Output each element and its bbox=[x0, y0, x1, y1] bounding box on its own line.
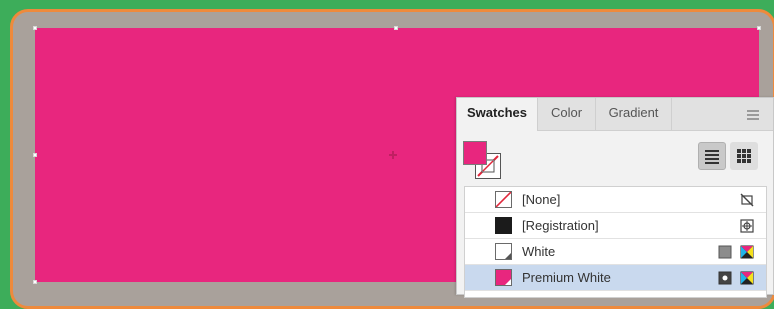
tab-color[interactable]: Color bbox=[538, 98, 596, 130]
list-item[interactable]: [Registration] bbox=[465, 213, 766, 239]
handle-middle-left[interactable] bbox=[33, 153, 37, 157]
spot-color-icon bbox=[718, 271, 732, 285]
swatches-panel: Swatches Color Gradient [None] [Registra… bbox=[456, 97, 774, 298]
list-item[interactable]: Premium White bbox=[465, 265, 766, 291]
swatch-name: White bbox=[522, 244, 556, 259]
panel-tabbar: Swatches Color Gradient bbox=[457, 98, 773, 131]
list-view-button[interactable] bbox=[698, 142, 726, 170]
tab-gradient[interactable]: Gradient bbox=[596, 98, 672, 130]
list-item[interactable]: [None] bbox=[465, 187, 766, 213]
cmyk-icon bbox=[740, 245, 754, 259]
swatch-name: [None] bbox=[522, 192, 561, 207]
handle-top-left[interactable] bbox=[33, 26, 37, 30]
cmyk-icon bbox=[740, 271, 754, 285]
registration-icon bbox=[740, 219, 754, 233]
tab-swatches[interactable]: Swatches bbox=[457, 98, 538, 131]
grid-view-button[interactable] bbox=[730, 142, 758, 170]
process-color-icon bbox=[718, 245, 732, 259]
swatch-chip-none bbox=[495, 191, 512, 208]
fill-stroke-proxy[interactable] bbox=[463, 141, 503, 181]
handle-top-center[interactable] bbox=[394, 26, 398, 30]
grid-view-icon bbox=[737, 149, 751, 163]
list-view-icon bbox=[705, 150, 719, 164]
swatch-name: Premium White bbox=[522, 270, 611, 285]
swatch-chip-white bbox=[495, 243, 512, 260]
hamburger-menu-icon[interactable] bbox=[747, 110, 759, 120]
swatch-name: [Registration] bbox=[522, 218, 599, 233]
swatch-list: [None] [Registration] White Premium Whit… bbox=[464, 186, 767, 298]
handle-top-right[interactable] bbox=[757, 26, 761, 30]
fill-swatch[interactable] bbox=[463, 141, 487, 165]
list-item[interactable]: White bbox=[465, 239, 766, 265]
swatch-chip-registration bbox=[495, 217, 512, 234]
center-point-marker bbox=[389, 151, 397, 159]
handle-bottom-left[interactable] bbox=[33, 280, 37, 284]
swatch-chip-premium-white bbox=[495, 269, 512, 286]
no-edit-icon bbox=[740, 193, 754, 207]
